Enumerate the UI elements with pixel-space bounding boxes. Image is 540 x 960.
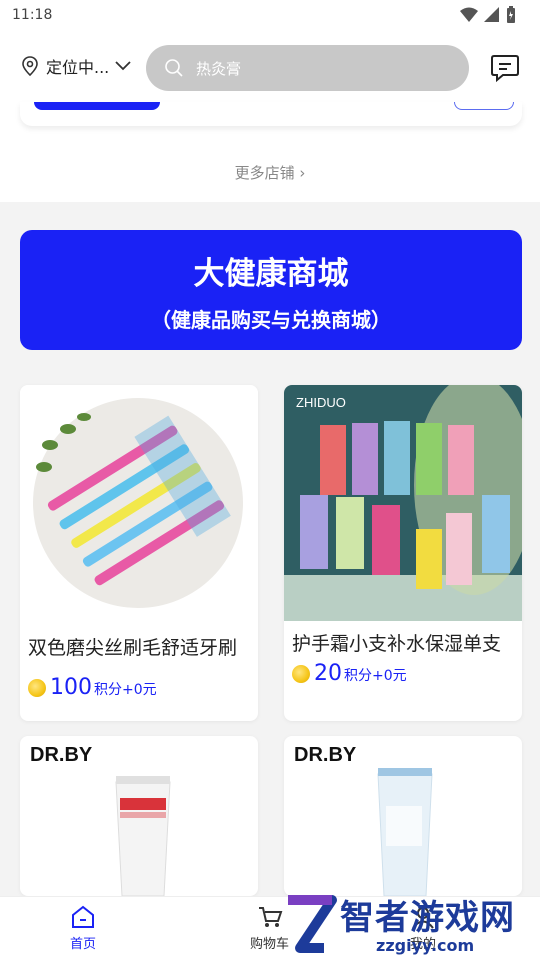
nav-home-label: 首页 xyxy=(70,937,97,952)
status-icons xyxy=(460,6,516,24)
nav-cart[interactable]: 购物车 xyxy=(250,905,289,952)
signal-icon xyxy=(484,7,499,22)
location-pin-icon xyxy=(22,56,38,76)
search-bar[interactable]: 热灸膏 xyxy=(146,45,469,91)
location-selector[interactable]: 定位中... xyxy=(20,54,131,78)
product-brand-label: ZHIDUO xyxy=(296,395,346,410)
nav-mine-label: 我的 xyxy=(410,937,437,952)
store-follow-button[interactable] xyxy=(454,102,514,110)
chevron-down-icon xyxy=(115,61,131,71)
store-enter-button[interactable] xyxy=(34,102,160,110)
product-card-hand-cream[interactable]: ZHIDUO 护手霜小支补水保湿单支 20 积分+0元 xyxy=(284,385,522,721)
nav-cart-label: 购物车 xyxy=(250,937,290,952)
product-card-drby-gel[interactable]: DR.BY xyxy=(284,736,522,896)
stores-section: 更多店铺 › xyxy=(0,102,540,202)
product-card-drby-whitening[interactable]: DR.BY xyxy=(20,736,258,896)
toothpaste-product-image xyxy=(115,776,171,896)
product-price: 100 积分+0元 xyxy=(28,675,157,700)
price-points: 100 xyxy=(50,675,92,700)
hand-cream-product-image xyxy=(284,385,522,621)
price-points: 20 xyxy=(314,661,342,686)
status-bar: 11:18 xyxy=(0,0,540,32)
toothbrush-product-image xyxy=(20,385,258,615)
product-name: 护手霜小支补水保湿单支 xyxy=(292,633,502,655)
home-icon xyxy=(72,905,94,928)
coin-icon xyxy=(292,664,310,683)
health-mall-banner[interactable]: 大健康商城 （健康品购买与兑换商城） xyxy=(20,230,522,350)
status-time: 11:18 xyxy=(12,7,53,23)
bottom-nav: 首页 购物车 我的 xyxy=(0,896,540,960)
nav-mine[interactable]: 我的 xyxy=(410,905,436,952)
banner-subtitle: （健康品购买与兑换商城） xyxy=(151,308,391,332)
banner-title: 大健康商城 xyxy=(193,256,349,292)
product-price: 20 积分+0元 xyxy=(292,661,407,686)
wifi-icon xyxy=(460,7,478,22)
product-name: 双色磨尖丝刷毛舒适牙刷 xyxy=(28,637,238,659)
more-stores-link[interactable]: 更多店铺 › xyxy=(0,162,540,183)
message-icon[interactable] xyxy=(489,52,521,84)
search-icon xyxy=(165,59,183,77)
price-suffix: 积分+0元 xyxy=(94,682,157,698)
cart-icon xyxy=(258,907,282,927)
nav-home[interactable]: 首页 xyxy=(70,905,96,952)
location-label: 定位中... xyxy=(46,58,110,77)
search-placeholder: 热灸膏 xyxy=(196,59,242,78)
coin-icon xyxy=(28,678,46,697)
store-card[interactable] xyxy=(20,102,522,126)
price-suffix: 积分+0元 xyxy=(344,668,407,684)
toothpaste-product-image xyxy=(377,768,433,896)
battery-icon xyxy=(507,6,515,23)
user-icon xyxy=(412,907,434,929)
product-card-toothbrush[interactable]: 双色磨尖丝刷毛舒适牙刷 100 积分+0元 xyxy=(20,385,258,721)
header: 定位中... 热灸膏 xyxy=(0,32,540,102)
